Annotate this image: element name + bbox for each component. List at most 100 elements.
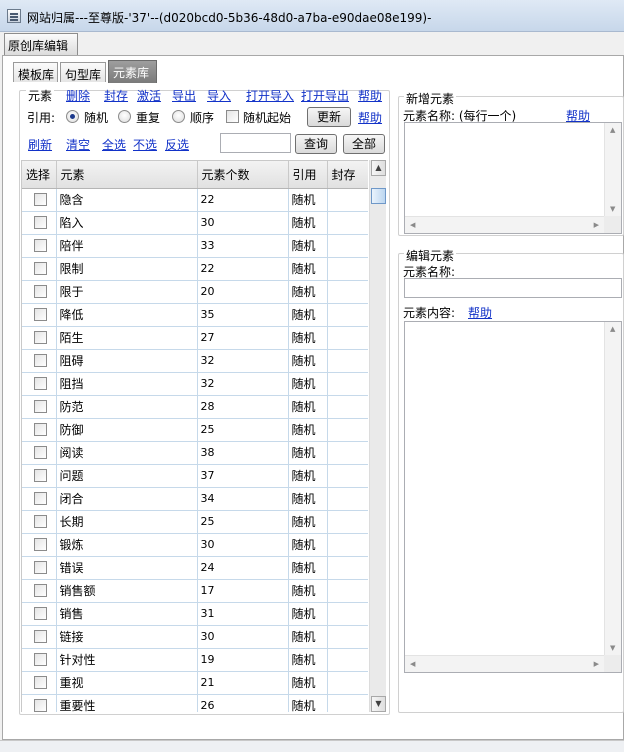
row-select-checkbox[interactable] <box>34 353 47 367</box>
row-select-checkbox[interactable] <box>34 330 47 344</box>
table-row[interactable]: 阅读 38 随机 <box>22 441 368 465</box>
edit-element-name-input[interactable] <box>404 278 622 298</box>
table-row[interactable]: 问题 37 随机 <box>22 464 368 488</box>
row-select-checkbox[interactable] <box>34 652 47 666</box>
random-start-checkbox[interactable] <box>226 110 239 123</box>
seal-link[interactable]: 封存 <box>104 87 128 104</box>
scroll-left-arrow-icon[interactable]: ◀ <box>410 660 415 668</box>
scroll-left-arrow-icon[interactable]: ◀ <box>410 221 415 229</box>
row-select-checkbox[interactable] <box>34 261 47 275</box>
scroll-thumb[interactable] <box>371 188 386 204</box>
row-select-checkbox[interactable] <box>34 376 47 390</box>
export-link[interactable]: 导出 <box>172 87 196 104</box>
element-name-cell: 限于 <box>56 280 198 304</box>
radio-sequential[interactable] <box>172 110 185 123</box>
row-select-checkbox[interactable] <box>34 560 47 574</box>
scroll-down-arrow-icon[interactable]: ▼ <box>371 696 386 712</box>
column-header-sealed[interactable]: 封存 <box>327 161 368 189</box>
row-select-checkbox[interactable] <box>34 445 47 459</box>
radio-repeat-label: 重复 <box>136 111 161 125</box>
table-row[interactable]: 长期 25 随机 <box>22 510 368 534</box>
scroll-up-arrow-icon[interactable]: ▲ <box>371 160 386 176</box>
row-select-checkbox[interactable] <box>34 606 47 620</box>
scroll-down-arrow-icon[interactable]: ▼ <box>610 644 615 652</box>
tab-template-library[interactable]: 模板库 <box>13 62 58 82</box>
column-header-select[interactable]: 选择 <box>22 161 57 189</box>
table-row[interactable]: 销售额 17 随机 <box>22 579 368 603</box>
open-import-link[interactable]: 打开导入 <box>246 87 294 104</box>
row-select-checkbox[interactable] <box>34 468 47 482</box>
clear-link[interactable]: 清空 <box>66 136 90 153</box>
edit-element-help-link[interactable]: 帮助 <box>468 304 492 321</box>
row-select-checkbox[interactable] <box>34 284 47 298</box>
table-scrollbar[interactable]: ▲ ▼ <box>369 160 386 712</box>
select-all-link[interactable]: 全选 <box>102 136 126 153</box>
column-header-reference[interactable]: 引用 <box>288 161 328 189</box>
edit-element-hscrollbar[interactable]: ◀ ▶ <box>405 655 604 672</box>
row-select-checkbox[interactable] <box>34 399 47 413</box>
table-row[interactable]: 链接 30 随机 <box>22 625 368 649</box>
table-row[interactable]: 降低 35 随机 <box>22 303 368 327</box>
app-icon <box>7 9 21 23</box>
table-row[interactable]: 闭合 34 随机 <box>22 487 368 511</box>
edit-element-content-textarea[interactable]: ▲ ▼ ◀ ▶ <box>404 321 622 673</box>
scroll-right-arrow-icon[interactable]: ▶ <box>594 221 599 229</box>
new-element-names-textarea[interactable]: ▲ ▼ ◀ ▶ <box>404 122 622 234</box>
column-header-element[interactable]: 元素 <box>56 161 198 189</box>
radio-random[interactable] <box>66 110 79 123</box>
table-row[interactable]: 限制 22 随机 <box>22 257 368 281</box>
scroll-up-arrow-icon[interactable]: ▲ <box>610 126 615 134</box>
table-row[interactable]: 限于 20 随机 <box>22 280 368 304</box>
import-link[interactable]: 导入 <box>207 87 231 104</box>
query-button[interactable]: 查询 <box>295 134 337 154</box>
table-row[interactable]: 针对性 19 随机 <box>22 648 368 672</box>
row-select-checkbox[interactable] <box>34 422 47 436</box>
help-link-second[interactable]: 帮助 <box>358 109 382 126</box>
new-element-vscrollbar[interactable]: ▲ ▼ <box>604 123 621 216</box>
row-select-checkbox[interactable] <box>34 307 47 321</box>
tab-sentence-library[interactable]: 句型库 <box>60 62 106 82</box>
table-row[interactable]: 重视 21 随机 <box>22 671 368 695</box>
scroll-down-arrow-icon[interactable]: ▼ <box>610 205 615 213</box>
invert-selection-link[interactable]: 反选 <box>165 136 189 153</box>
scroll-up-arrow-icon[interactable]: ▲ <box>610 325 615 333</box>
edit-element-vscrollbar[interactable]: ▲ ▼ <box>604 322 621 655</box>
table-row[interactable]: 锻炼 30 随机 <box>22 533 368 557</box>
tab-element-library[interactable]: 元素库 <box>108 60 157 83</box>
radio-repeat[interactable] <box>118 110 131 123</box>
activate-link[interactable]: 激活 <box>137 87 161 104</box>
show-all-button[interactable]: 全部 <box>343 134 385 154</box>
row-select-checkbox[interactable] <box>34 675 47 689</box>
table-row[interactable]: 防御 25 随机 <box>22 418 368 442</box>
table-row[interactable]: 陪伴 33 随机 <box>22 234 368 258</box>
tab-original-library-edit[interactable]: 原创库编辑 <box>4 33 78 55</box>
row-select-checkbox[interactable] <box>34 698 47 712</box>
table-row[interactable]: 陷入 30 随机 <box>22 211 368 235</box>
open-export-link[interactable]: 打开导出 <box>301 87 349 104</box>
new-element-hscrollbar[interactable]: ◀ ▶ <box>405 216 604 233</box>
row-select-checkbox[interactable] <box>34 491 47 505</box>
table-row[interactable]: 错误 24 随机 <box>22 556 368 580</box>
table-row[interactable]: 重要性 26 随机 <box>22 694 368 712</box>
delete-link[interactable]: 删除 <box>66 87 90 104</box>
table-row[interactable]: 阻挡 32 随机 <box>22 372 368 396</box>
table-row[interactable]: 防范 28 随机 <box>22 395 368 419</box>
select-none-link[interactable]: 不选 <box>133 136 157 153</box>
table-row[interactable]: 陌生 27 随机 <box>22 326 368 350</box>
row-select-checkbox[interactable] <box>34 192 47 206</box>
row-select-checkbox[interactable] <box>34 238 47 252</box>
table-row[interactable]: 销售 31 随机 <box>22 602 368 626</box>
update-button[interactable]: 更新 <box>307 107 351 127</box>
row-select-checkbox[interactable] <box>34 537 47 551</box>
row-select-checkbox[interactable] <box>34 215 47 229</box>
help-link-top[interactable]: 帮助 <box>358 87 382 104</box>
refresh-link[interactable]: 刷新 <box>28 136 52 153</box>
row-select-checkbox[interactable] <box>34 583 47 597</box>
row-select-checkbox[interactable] <box>34 629 47 643</box>
scroll-right-arrow-icon[interactable]: ▶ <box>594 660 599 668</box>
table-row[interactable]: 隐含 22 随机 <box>22 188 368 212</box>
column-header-count[interactable]: 元素个数 <box>197 161 289 189</box>
search-input[interactable] <box>220 133 291 153</box>
row-select-checkbox[interactable] <box>34 514 47 528</box>
table-row[interactable]: 阻碍 32 随机 <box>22 349 368 373</box>
